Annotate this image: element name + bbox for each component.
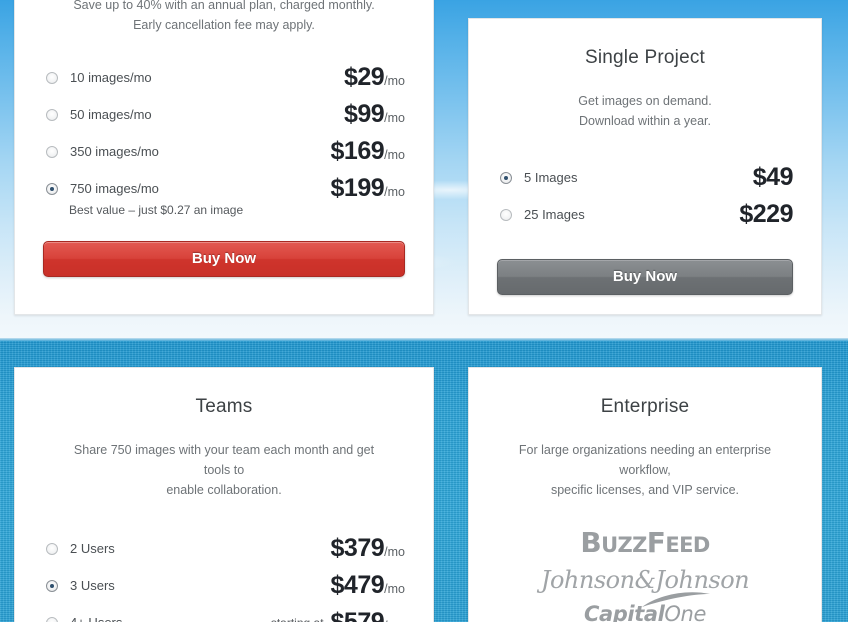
buy-now-button-single[interactable]: Buy Now: [497, 259, 793, 295]
annual-button-wrap: Buy Now: [43, 241, 405, 277]
teams-title: Teams: [195, 396, 253, 417]
enterprise-description: For large organizations needing an enter…: [515, 440, 775, 500]
teams-card: Teams Share 750 images with your team ea…: [14, 367, 434, 622]
best-value-note: Best value – just $0.27 an image: [69, 203, 244, 217]
single-project-card: Single Project Get images on demand. Dow…: [468, 18, 822, 315]
option-row-10-images[interactable]: 10 images/mo $29/mo: [43, 59, 405, 96]
option-row-50-images[interactable]: 50 images/mo $99/mo: [43, 96, 405, 133]
option-price: $379/mo: [330, 534, 405, 562]
option-label: 750 images/mo: [70, 181, 159, 196]
teams-description: Share 750 images with your team each mon…: [61, 440, 387, 500]
enterprise-card: Enterprise For large organizations needi…: [468, 367, 822, 622]
option-row-5-images[interactable]: 5 Images $49: [497, 159, 794, 196]
option-row-2-users[interactable]: 2 Users $379/mo: [43, 530, 405, 567]
annual-desc-line-1: Save up to 40% with an annual plan, char…: [73, 0, 375, 12]
buy-now-button-annual[interactable]: Buy Now: [43, 241, 405, 277]
option-label: 5 Images: [524, 170, 578, 185]
radio-5-images[interactable]: [500, 171, 512, 184]
price-prefix: starting at: [271, 616, 324, 622]
radio-3-users[interactable]: [46, 579, 58, 592]
option-price: $49: [752, 163, 794, 191]
single-project-title: Single Project: [584, 47, 706, 68]
price-period: /mo: [384, 111, 405, 125]
teams-desc-line-2: enable collaboration.: [166, 483, 282, 497]
single-button-wrap: Buy Now: [497, 259, 793, 295]
teams-desc-line-1: Share 750 images with your team each mon…: [73, 443, 375, 477]
enterprise-title: Enterprise: [600, 396, 690, 417]
pricing-page: Save up to 40% with an annual plan, char…: [0, 0, 848, 622]
price-period: /mo: [384, 148, 405, 162]
option-label: 25 Images: [524, 207, 585, 222]
radio-50-images[interactable]: [46, 108, 58, 121]
option-row-750-images[interactable]: 750 images/mo $199/mo: [43, 170, 405, 207]
annual-plan-card: Save up to 40% with an annual plan, char…: [14, 0, 434, 315]
option-price: $99/mo: [343, 100, 405, 128]
price-period: /mo: [384, 582, 405, 596]
option-row-350-images[interactable]: 350 images/mo $169/mo: [43, 133, 405, 170]
annual-plan-description: Save up to 40% with an annual plan, char…: [61, 0, 387, 35]
annual-options-list: 10 images/mo $29/mo 50 images/mo $99/mo …: [43, 59, 405, 217]
option-price: $199/mo: [330, 174, 405, 202]
option-row-3-users[interactable]: 3 Users $479/mo: [43, 567, 405, 604]
annual-desc-line-2: Early cancellation fee may apply.: [133, 18, 315, 32]
radio-10-images[interactable]: [46, 71, 58, 84]
price-period: /mo: [384, 185, 405, 199]
radio-2-users[interactable]: [46, 542, 58, 555]
customer-logos: BUZZFEED Johnson&Johnson CapitalOne: [497, 526, 793, 622]
single-desc-line-1: Get images on demand.: [578, 94, 712, 108]
option-row-4plus-users[interactable]: 4+ Users starting at $579/mo: [43, 604, 405, 622]
enterprise-desc-line-1: For large organizations needing an enter…: [518, 443, 772, 477]
teams-options-list: 2 Users $379/mo 3 Users $479/mo 4+ Users: [43, 530, 405, 622]
buzzfeed-logo: BUZZFEED: [580, 526, 710, 559]
single-desc-line-2: Download within a year.: [578, 114, 712, 128]
option-label: 2 Users: [70, 541, 115, 556]
option-label: 3 Users: [70, 578, 115, 593]
radio-25-images[interactable]: [500, 208, 512, 221]
radio-350-images[interactable]: [46, 145, 58, 158]
option-price: $29/mo: [343, 63, 405, 91]
capital-one-swoosh-icon: [641, 592, 710, 607]
option-price: $479/mo: [330, 571, 405, 599]
price-period: /mo: [384, 545, 405, 559]
option-label: 4+ Users: [70, 615, 122, 622]
single-options-list: 5 Images $49 25 Images $229: [497, 159, 794, 233]
radio-750-images[interactable]: [46, 182, 58, 195]
option-price: $169/mo: [330, 137, 405, 165]
enterprise-desc-line-2: specific licenses, and VIP service.: [550, 483, 740, 497]
single-project-description: Get images on demand. Download within a …: [515, 91, 775, 131]
option-price: $579/mo: [331, 608, 405, 622]
option-label: 50 images/mo: [70, 107, 152, 122]
option-price: $229: [739, 200, 793, 228]
price-period: /mo: [384, 74, 405, 88]
capital-one-logo: CapitalOne: [584, 592, 710, 622]
radio-4plus-users[interactable]: [46, 616, 58, 622]
option-row-25-images[interactable]: 25 Images $229: [497, 196, 793, 233]
option-label: 350 images/mo: [70, 144, 159, 159]
option-label: 10 images/mo: [70, 70, 152, 85]
